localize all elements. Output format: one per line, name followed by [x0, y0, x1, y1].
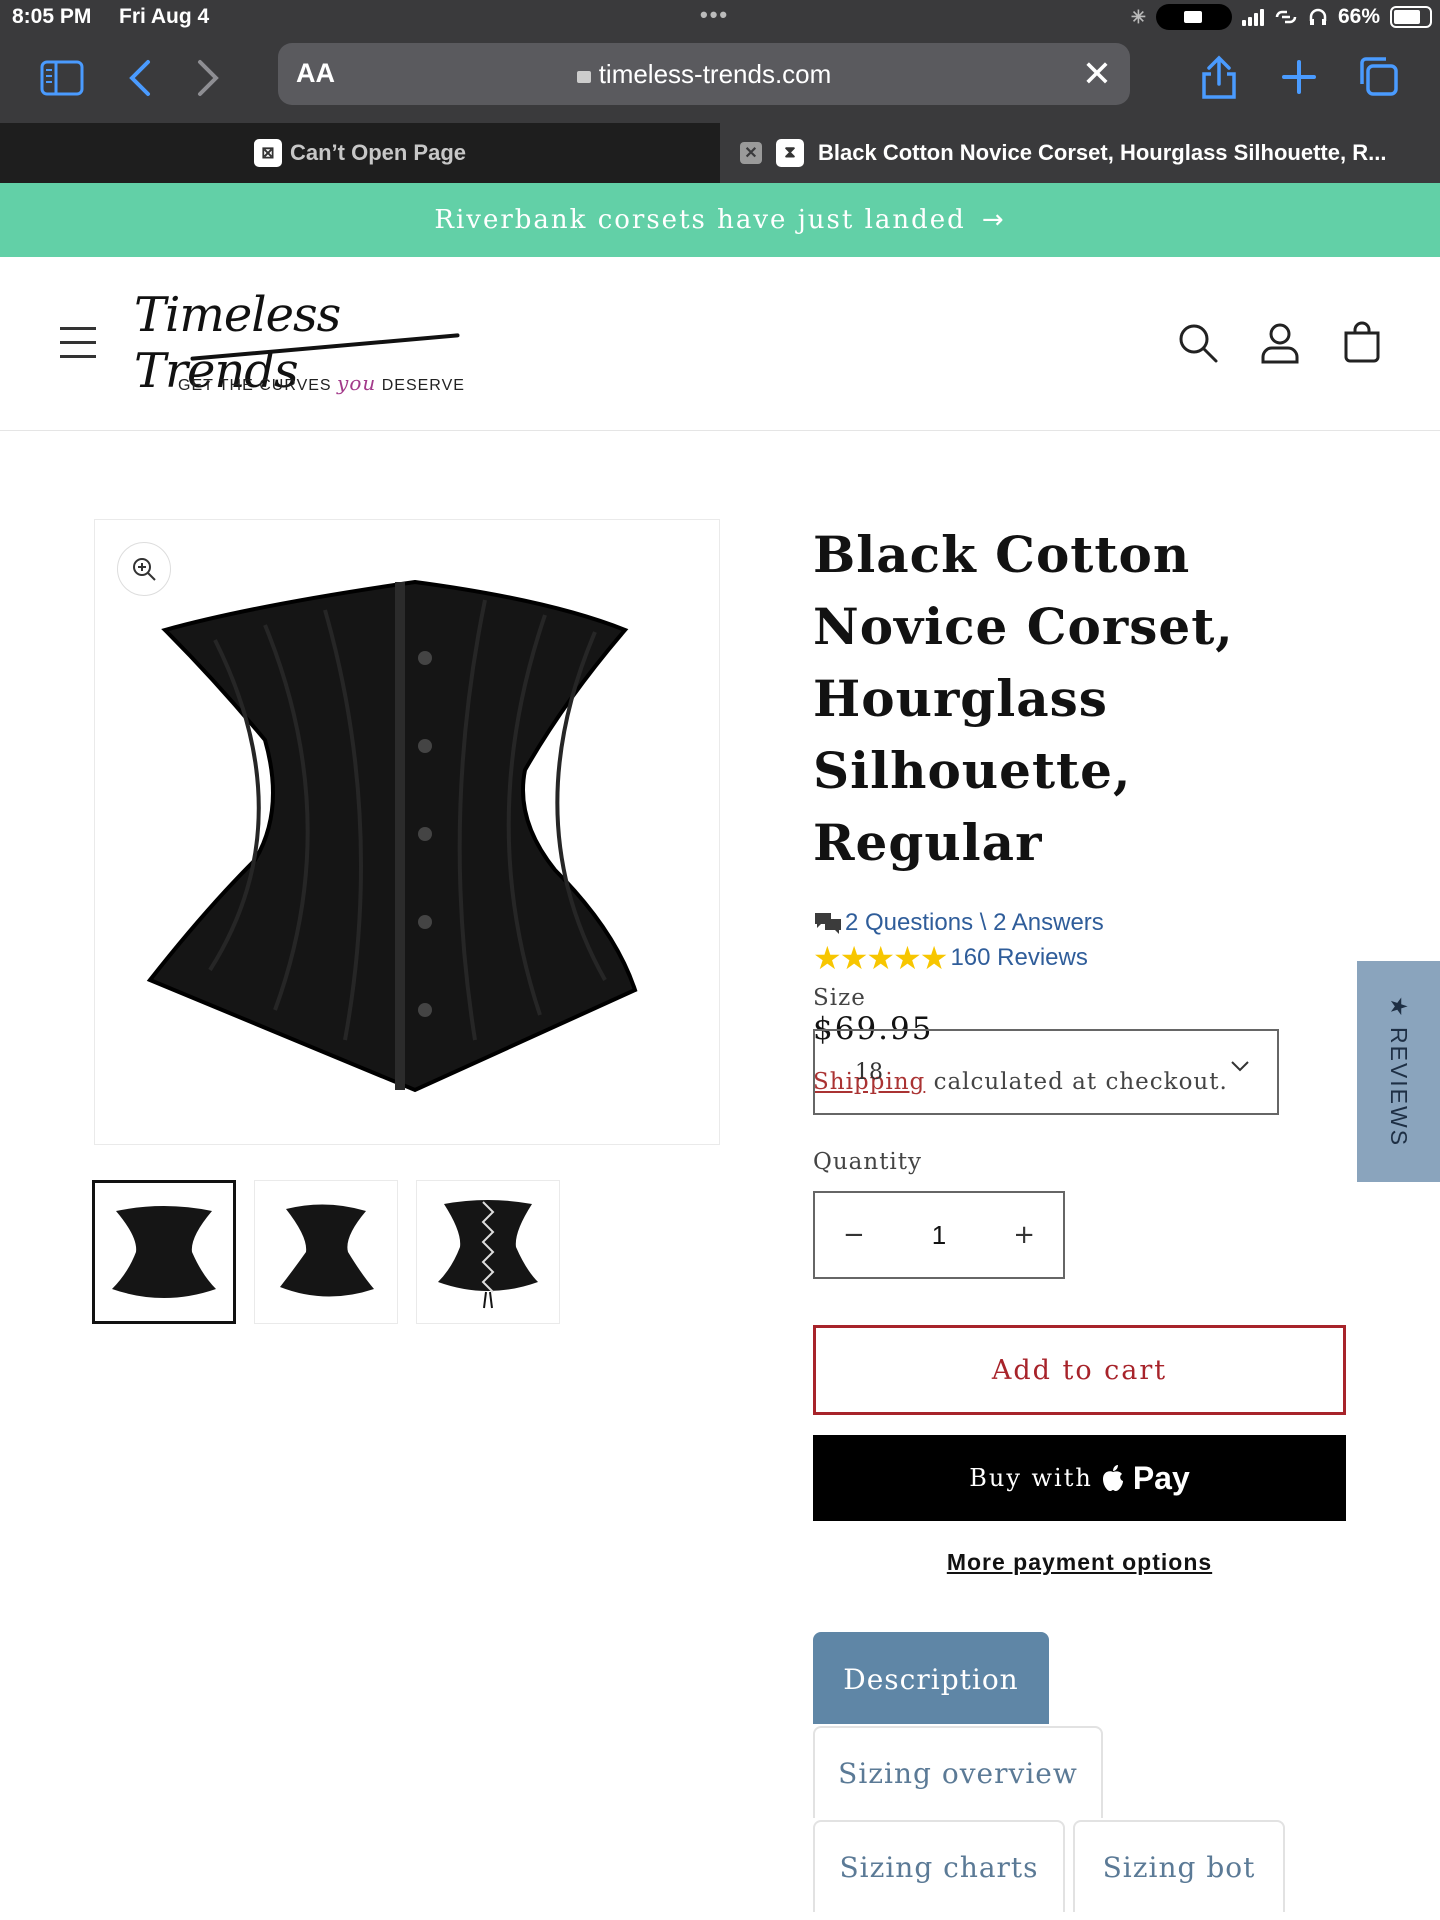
headphones-icon [1309, 8, 1327, 25]
add-to-cart-button[interactable]: Add to cart [813, 1325, 1346, 1415]
safari-favicon-icon: ⊠ [253, 139, 282, 167]
size-select[interactable]: 18 [813, 1029, 1279, 1115]
corset-image [146, 579, 638, 1093]
decrease-quantity-button[interactable]: − [843, 1220, 865, 1250]
tab-cant-open-page[interactable]: ⊠ Can’t Open Page [0, 123, 720, 183]
tab-description[interactable]: Description [813, 1632, 1049, 1724]
status-indicators: ✳ 66% [1131, 4, 1432, 30]
camera-in-use-icon [1155, 4, 1232, 30]
activity-spinner-icon: ✳ [1130, 6, 1146, 27]
rating-summary[interactable]: ★★★★★ 160 Reviews [813, 939, 1348, 977]
url-display[interactable]: timeless-trends.com [278, 59, 1130, 90]
thumbnail-front[interactable] [92, 1180, 236, 1324]
account-icon[interactable] [1258, 321, 1302, 365]
size-label: Size [813, 985, 866, 1011]
apple-logo-icon [1102, 1465, 1123, 1491]
multitasking-dots-icon[interactable]: ••• [700, 2, 729, 28]
product-main-image[interactable] [94, 519, 720, 1145]
more-payment-options-link[interactable]: More payment options [813, 1549, 1346, 1576]
link-icon [1275, 10, 1297, 24]
tab-overview-icon[interactable] [1354, 52, 1402, 100]
tab-label: Black Cotton Novice Corset, Hourglass Si… [818, 140, 1387, 165]
status-time: 8:05 PM [12, 5, 92, 28]
buy-with-label: Buy with [969, 1464, 1093, 1492]
announcement-bar[interactable]: Riverbank corsets have just landed → [0, 183, 1440, 257]
stop-loading-icon[interactable]: ✕ [1082, 53, 1112, 95]
tab-sizing-overview[interactable]: Sizing overview [813, 1726, 1103, 1818]
status-bar: 8:05 PM Fri Aug 4 ••• ✳ 66% [0, 0, 1440, 36]
increase-quantity-button[interactable]: + [1013, 1220, 1035, 1250]
url-text: timeless-trends.com [598, 59, 832, 89]
site-favicon-icon: ⧗ [776, 139, 804, 167]
chevron-down-icon [1231, 1061, 1249, 1072]
arrow-right-icon: → [981, 205, 1006, 235]
battery-icon [1390, 6, 1432, 28]
product-info: Black Cotton Novice Corset, Hourglass Si… [813, 519, 1348, 1912]
chat-bubbles-icon [815, 913, 841, 934]
logo-tagline: GET THE CURVES you DESERVE [178, 371, 465, 395]
thumbnail-back[interactable] [416, 1180, 560, 1324]
search-icon[interactable] [1176, 321, 1220, 365]
status-date: Fri Aug 4 [119, 5, 210, 28]
browser-toolbar: AA timeless-trends.com ✕ [0, 36, 1440, 123]
qa-text: 2 Questions \ 2 Answers [845, 909, 1104, 936]
site-header: Timeless Trends GET THE CURVES you DESER… [0, 257, 1440, 431]
forward-icon[interactable] [188, 56, 228, 100]
thumbnail-side[interactable] [254, 1180, 398, 1324]
cart-icon[interactable] [1340, 321, 1384, 365]
back-icon[interactable] [120, 56, 160, 100]
quantity-value[interactable]: 1 [932, 1220, 946, 1251]
address-bar[interactable]: AA timeless-trends.com ✕ [278, 43, 1130, 105]
quantity-label: Quantity [813, 1149, 923, 1175]
tab-bar: ⊠ Can’t Open Page ✕ ⧗ Black Cotton Novic… [0, 123, 1440, 183]
reviews-side-tab[interactable]: ★ REVIEWS [1357, 961, 1440, 1182]
site-logo[interactable]: Timeless Trends GET THE CURVES you DESER… [130, 287, 500, 399]
reviews-side-label: ★ REVIEWS [1386, 995, 1412, 1148]
apple-pay-button[interactable]: Buy with Pay [813, 1435, 1346, 1521]
size-value: 18 [855, 1059, 883, 1085]
menu-icon[interactable] [60, 327, 96, 359]
questions-answers-link[interactable]: 2 Questions \ 2 Answers [813, 909, 1348, 937]
quantity-stepper: − 1 + [813, 1191, 1065, 1279]
close-tab-icon[interactable]: ✕ [740, 142, 762, 164]
share-icon[interactable] [1196, 52, 1242, 102]
product-title: Black Cotton Novice Corset, Hourglass Si… [813, 525, 1234, 872]
cellular-signal-icon [1241, 8, 1264, 26]
lock-icon [576, 71, 591, 83]
reviews-count: 160 Reviews [950, 944, 1088, 971]
tab-label: Can’t Open Page [289, 140, 467, 165]
tab-product-page[interactable]: ✕ ⧗ Black Cotton Novice Corset, Hourglas… [720, 123, 1440, 183]
tab-sizing-bot[interactable]: Sizing bot [1073, 1820, 1285, 1912]
battery-percent: 66% [1337, 5, 1380, 28]
announcement-text: Riverbank corsets have just landed [434, 205, 966, 235]
thumbnail-strip [92, 1180, 560, 1324]
new-tab-icon[interactable] [1276, 54, 1322, 100]
tab-sizing-charts[interactable]: Sizing charts [813, 1820, 1065, 1912]
sidebar-icon[interactable] [40, 56, 84, 100]
pay-label: Pay [1132, 1459, 1190, 1496]
star-rating-icon: ★★★★★ [813, 940, 948, 976]
